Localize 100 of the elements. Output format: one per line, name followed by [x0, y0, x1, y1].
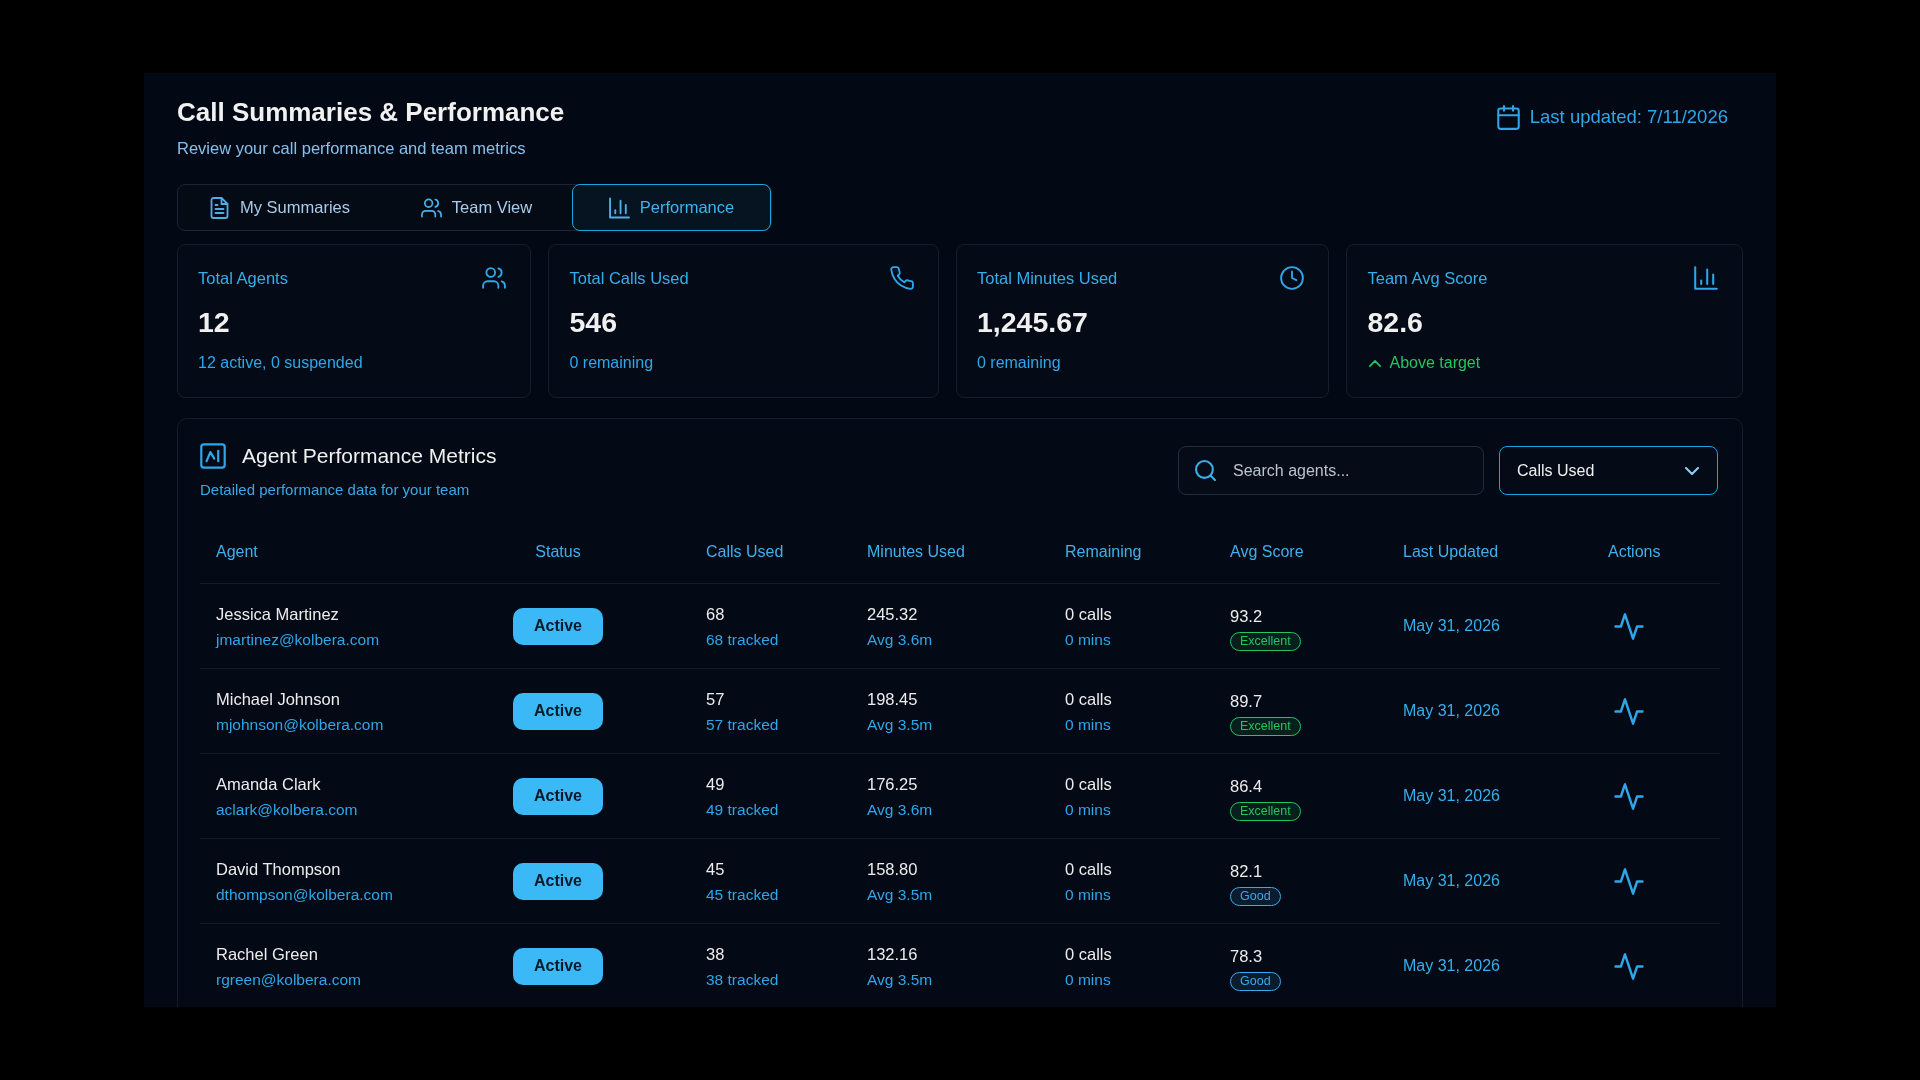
calls-tracked: 38 tracked [706, 970, 779, 990]
remaining-minutes: 0 mins [1065, 970, 1111, 990]
remaining-calls: 0 calls [1065, 944, 1112, 965]
activity-icon[interactable] [1614, 612, 1644, 640]
average-minutes: Avg 3.5m [867, 970, 933, 990]
stat-label: Total Calls Used [569, 268, 689, 288]
avg-score: 93.2 [1230, 605, 1263, 627]
agent-email: rgreen@kolbera.com [216, 970, 361, 990]
remaining-minutes: 0 mins [1065, 715, 1111, 735]
agent-name: Rachel Green [216, 944, 318, 965]
tab[interactable]: Performance [572, 184, 771, 231]
last-updated-text: Last updated: 7/11/2026 [1529, 105, 1728, 129]
agent-email: aclark@kolbera.com [216, 800, 358, 820]
stat-value: 546 [569, 305, 618, 340]
last-updated-date: May 31, 2026 [1403, 617, 1500, 635]
calls-used: 38 [706, 944, 725, 965]
line-chart-icon [200, 443, 226, 469]
stat-value: 1,245.67 [976, 305, 1089, 340]
column-header: Agent [216, 542, 258, 560]
average-minutes: Avg 3.5m [867, 885, 933, 905]
agent-name: Jessica Martinez [216, 604, 339, 625]
calendar-icon [1496, 104, 1520, 130]
calls-used: 57 [706, 689, 725, 710]
remaining-calls: 0 calls [1065, 689, 1112, 710]
tab[interactable]: My Summaries [178, 184, 381, 231]
phone-icon [889, 266, 914, 290]
bar-chart-icon [1694, 266, 1718, 290]
chevron-up-icon [1369, 359, 1382, 367]
rating-badge: Good [1230, 971, 1281, 991]
agent-email: dthompson@kolbera.com [216, 885, 393, 905]
minutes-used: 176.25 [867, 774, 918, 795]
last-updated-date: May 31, 2026 [1403, 957, 1500, 975]
remaining-minutes: 0 mins [1065, 630, 1111, 650]
stat-label: Total Agents [198, 268, 288, 288]
stat-label: Total Minutes Used [976, 268, 1118, 288]
rating-badge: Good [1230, 886, 1281, 906]
agent-email: mjohnson@kolbera.com [216, 715, 384, 735]
status-badge: Active [513, 947, 603, 985]
status-badge: Active [513, 692, 603, 730]
avg-score: 78.3 [1230, 945, 1263, 967]
stat-value: 12 [198, 305, 231, 340]
stat-note: 0 remaining [569, 353, 654, 373]
minutes-used: 132.16 [867, 944, 918, 965]
activity-icon[interactable] [1614, 867, 1644, 895]
remaining-minutes: 0 mins [1065, 885, 1111, 905]
remaining-calls: 0 calls [1065, 774, 1112, 795]
rating-badge: Excellent [1230, 631, 1301, 651]
avg-score: 82.1 [1230, 860, 1263, 882]
agent-name: Amanda Clark [216, 774, 321, 795]
users-icon [420, 196, 442, 219]
status-badge: Active [513, 607, 603, 645]
column-header: Avg Score [1230, 542, 1304, 560]
activity-icon[interactable] [1614, 697, 1644, 725]
minutes-used: 245.32 [867, 604, 918, 625]
section-title: Agent Performance Metrics [242, 443, 497, 469]
rating-badge: Excellent [1230, 801, 1301, 821]
last-updated-date: May 31, 2026 [1403, 787, 1500, 805]
stat-note: Above target [1389, 353, 1481, 373]
average-minutes: Avg 3.6m [867, 630, 933, 650]
search-icon [1195, 460, 1216, 481]
document-icon [209, 196, 230, 219]
column-header: Remaining [1065, 542, 1142, 560]
chevron-down-icon [1685, 466, 1699, 475]
status-badge: Active [513, 862, 603, 900]
calls-used: 68 [706, 604, 725, 625]
average-minutes: Avg 3.6m [867, 800, 933, 820]
activity-icon[interactable] [1614, 952, 1644, 980]
status-badge: Active [513, 777, 603, 815]
users-icon [482, 266, 507, 290]
agent-name: Michael Johnson [216, 689, 340, 710]
calls-used: 45 [706, 859, 725, 880]
remaining-calls: 0 calls [1065, 859, 1112, 880]
last-updated-date: May 31, 2026 [1403, 872, 1500, 890]
stat-value: 82.6 [1367, 305, 1424, 340]
activity-icon[interactable] [1614, 782, 1644, 810]
average-minutes: Avg 3.5m [867, 715, 933, 735]
bar-chart-icon [608, 196, 630, 219]
tab[interactable]: Team View [381, 184, 572, 231]
remaining-calls: 0 calls [1065, 604, 1112, 625]
stat-label: Team Avg Score [1367, 268, 1488, 288]
last-updated-date: May 31, 2026 [1403, 702, 1500, 720]
remaining-minutes: 0 mins [1065, 800, 1111, 820]
avg-score: 89.7 [1230, 690, 1263, 712]
calls-used: 49 [706, 774, 725, 795]
page-subtitle: Review your call performance and team metrics [177, 138, 527, 159]
clock-icon [1280, 266, 1305, 290]
column-header: Calls Used [706, 542, 784, 560]
agent-name: David Thompson [216, 859, 341, 880]
avg-score: 86.4 [1230, 775, 1263, 797]
rating-badge: Excellent [1230, 716, 1301, 736]
search-field[interactable]: Search agents... [1178, 446, 1484, 495]
calls-tracked: 68 tracked [706, 630, 779, 650]
sort-dropdown[interactable]: Calls Used [1499, 446, 1718, 495]
stat-note: 12 active, 0 suspended [198, 353, 363, 373]
column-header: Last Updated [1403, 542, 1499, 560]
page-title: Call Summaries & Performance [177, 96, 565, 129]
stat-note: 0 remaining [976, 353, 1061, 373]
calls-tracked: 49 tracked [706, 800, 779, 820]
column-header: Status [535, 542, 581, 561]
agent-email: jmartinez@kolbera.com [216, 630, 380, 650]
